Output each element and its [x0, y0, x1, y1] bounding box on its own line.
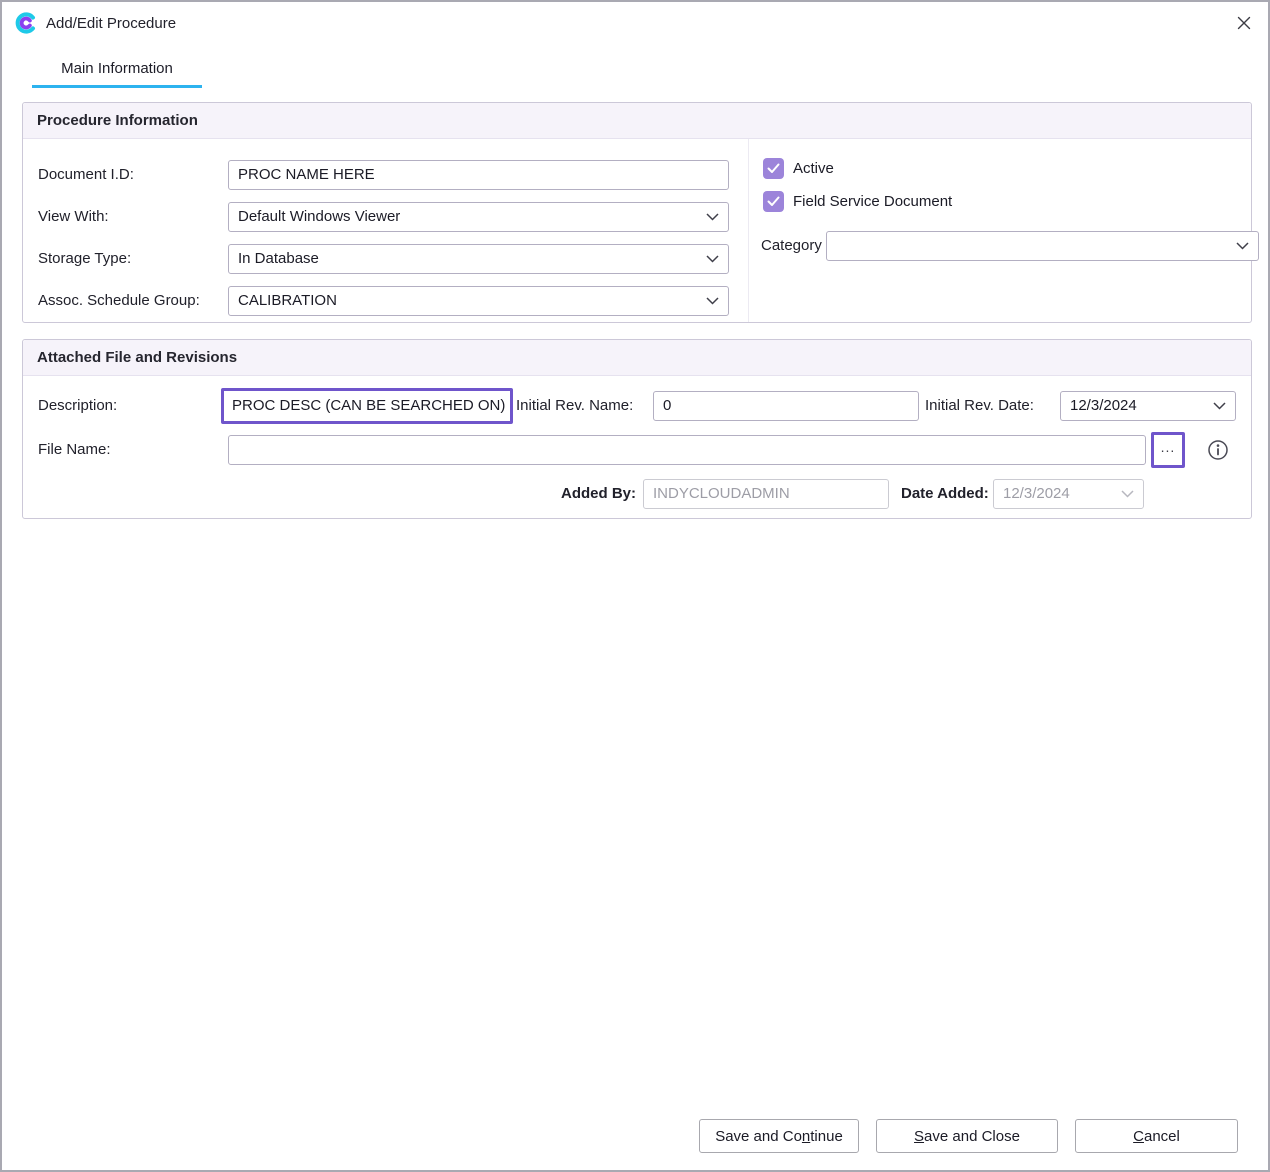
cancel-mnemonic: C	[1133, 1128, 1144, 1145]
chevron-down-icon	[706, 213, 719, 221]
procedure-information-header: Procedure Information	[23, 103, 1251, 139]
schedule-group-value: CALIBRATION	[238, 292, 337, 309]
initial-rev-date-value: 12/3/2024	[1070, 397, 1137, 414]
field-service-checkbox[interactable]: Field Service Document	[763, 191, 952, 212]
save-and-close-label: ave and Close	[924, 1128, 1020, 1145]
added-by-input: INDYCLOUDADMIN	[643, 479, 889, 509]
window-title: Add/Edit Procedure	[46, 15, 176, 32]
cancel-label: ancel	[1144, 1128, 1180, 1145]
chevron-down-icon	[1213, 402, 1226, 410]
file-name-input[interactable]	[228, 435, 1146, 465]
storage-type-value: In Database	[238, 250, 319, 267]
document-id-label: Document I.D:	[38, 160, 134, 190]
tab-main-information[interactable]: Main Information	[32, 60, 202, 88]
save-and-continue-mnemonic: n	[802, 1128, 810, 1145]
category-label: Category	[761, 231, 822, 261]
attached-file-header: Attached File and Revisions	[23, 340, 1251, 376]
info-icon[interactable]	[1207, 439, 1229, 461]
chevron-down-icon	[706, 255, 719, 263]
field-service-checkbox-label: Field Service Document	[793, 191, 952, 212]
schedule-group-dropdown[interactable]: CALIBRATION	[228, 286, 729, 316]
initial-rev-date-label: Initial Rev. Date:	[925, 391, 1034, 421]
save-and-continue-label-end: tinue	[810, 1128, 843, 1145]
save-and-close-mnemonic: S	[914, 1128, 924, 1145]
date-added-label: Date Added:	[901, 479, 989, 509]
initial-rev-date-dropdown[interactable]: 12/3/2024	[1060, 391, 1236, 421]
view-with-label: View With:	[38, 202, 109, 232]
storage-type-dropdown[interactable]: In Database	[228, 244, 729, 274]
initial-rev-name-label: Initial Rev. Name:	[516, 391, 633, 421]
initial-rev-name-input[interactable]: 0	[653, 391, 919, 421]
added-by-label: Added By:	[521, 479, 636, 509]
view-with-dropdown[interactable]: Default Windows Viewer	[228, 202, 729, 232]
chevron-down-icon	[1121, 490, 1134, 498]
close-icon[interactable]	[1220, 2, 1268, 44]
schedule-group-label: Assoc. Schedule Group:	[38, 286, 200, 316]
view-with-value: Default Windows Viewer	[238, 208, 400, 225]
add-edit-procedure-dialog: Add/Edit Procedure Main Information Proc…	[0, 0, 1270, 1172]
date-added-value: 12/3/2024	[1003, 485, 1070, 502]
active-checkbox[interactable]: Active	[763, 158, 834, 179]
date-added-dropdown: 12/3/2024	[993, 479, 1144, 509]
checkbox-checked-icon	[763, 158, 784, 179]
browse-file-button[interactable]: ...	[1151, 432, 1185, 468]
save-and-continue-label: Save and Co	[715, 1128, 802, 1145]
document-id-input[interactable]: PROC NAME HERE	[228, 160, 729, 190]
chevron-down-icon	[1236, 242, 1249, 250]
description-input[interactable]: PROC DESC (CAN BE SEARCHED ON)	[221, 388, 513, 424]
storage-type-label: Storage Type:	[38, 244, 131, 274]
titlebar: Add/Edit Procedure	[2, 2, 1268, 44]
checkbox-checked-icon	[763, 191, 784, 212]
cancel-button[interactable]: Cancel	[1075, 1119, 1238, 1153]
active-checkbox-label: Active	[793, 158, 834, 179]
procedure-information-group: Procedure Information Document I.D: PROC…	[22, 102, 1252, 323]
save-and-continue-button[interactable]: Save and Continue	[699, 1119, 859, 1153]
chevron-down-icon	[706, 297, 719, 305]
attached-file-group: Attached File and Revisions Description:…	[22, 339, 1252, 519]
save-and-close-button[interactable]: Save and Close	[876, 1119, 1058, 1153]
category-dropdown[interactable]	[826, 231, 1259, 261]
app-logo-icon	[15, 12, 37, 34]
description-label: Description:	[38, 391, 117, 421]
file-name-label: File Name:	[38, 435, 111, 465]
